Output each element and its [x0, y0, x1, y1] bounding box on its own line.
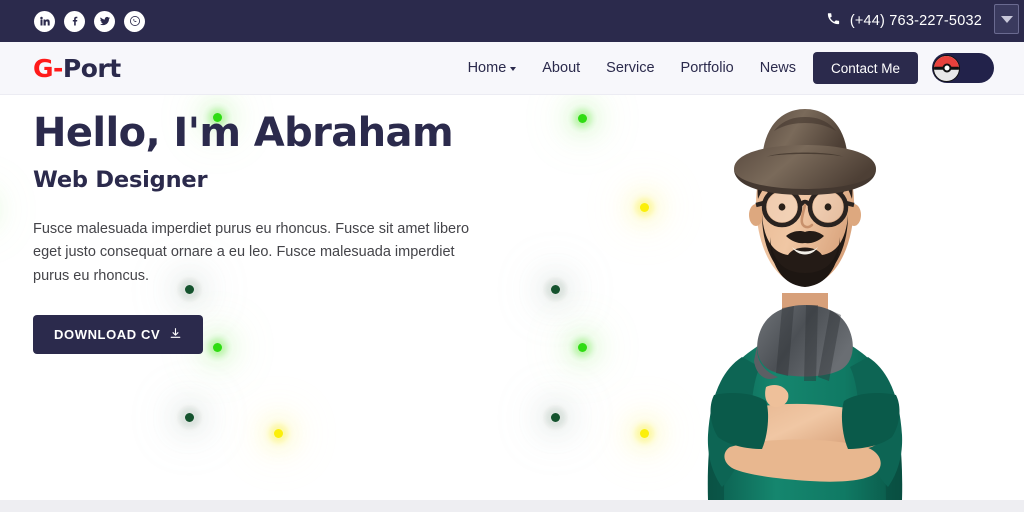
nav-item-portfolio-label: Portfolio — [680, 60, 734, 76]
pokeball-center — [942, 63, 951, 73]
linkedin-icon[interactable] — [34, 10, 55, 32]
hero-title: Hello, I'm Abraham — [33, 110, 454, 156]
nav-item-service[interactable]: Service — [606, 60, 654, 76]
nav-item-about-label: About — [542, 60, 581, 76]
logo-rest: Port — [62, 53, 121, 83]
dot-dark-green — [551, 413, 560, 422]
dot-yellow — [640, 203, 649, 212]
main-nav: Home About Service Portfolio News — [468, 60, 796, 76]
download-icon — [169, 327, 182, 343]
dot-green — [578, 343, 587, 352]
nav-item-service-label: Service — [606, 60, 655, 76]
whatsapp-icon[interactable] — [124, 10, 145, 32]
dot-yellow — [640, 429, 649, 438]
nav-item-news-label: News — [759, 60, 796, 76]
hero-subtitle: Web Designer — [33, 166, 208, 193]
twitter-icon[interactable] — [94, 10, 115, 32]
download-cv-button[interactable]: DOWNLOAD CV — [33, 315, 204, 355]
hero-portrait — [670, 95, 940, 500]
top-bar: (+44) 763-227-5032 — [0, 0, 1024, 42]
logo[interactable]: G-Port — [33, 54, 121, 83]
phone-contact[interactable]: (+44) 763-227-5032 — [826, 11, 982, 31]
chevron-down-icon[interactable] — [994, 4, 1019, 34]
facebook-icon[interactable] — [64, 10, 85, 32]
triangle-glyph — [1000, 15, 1013, 23]
contact-me-button[interactable]: Contact Me — [812, 52, 918, 84]
chevron-down-icon — [510, 67, 517, 71]
phone-icon — [826, 11, 841, 31]
nav-item-home[interactable]: Home — [468, 60, 517, 76]
dot-dark-green — [185, 413, 194, 422]
hero-section: Hello, I'm Abraham Web Designer Fusce ma… — [0, 95, 1024, 500]
page-bottom-strip — [0, 500, 1024, 512]
logo-accent: G- — [33, 53, 63, 83]
hero-content: Hello, I'm Abraham Web Designer Fusce ma… — [33, 110, 503, 355]
hero-description: Fusce malesuada imperdiet purus eu rhonc… — [33, 220, 470, 284]
dot-green — [578, 114, 587, 123]
avatar-toggle[interactable] — [932, 53, 994, 83]
nav-item-home-label: Home — [467, 60, 507, 76]
nav-item-portfolio[interactable]: Portfolio — [681, 60, 734, 76]
dot-dark-green — [551, 285, 560, 294]
pokeball-icon — [933, 54, 960, 82]
social-links — [34, 10, 145, 32]
dot-yellow — [274, 429, 283, 438]
download-cv-label: DOWNLOAD CV — [54, 327, 161, 343]
site-header: G-Port Home About Service Portfolio News… — [0, 42, 1024, 95]
page-root: (+44) 763-227-5032 G-Port Home About Ser… — [0, 0, 1024, 512]
nav-item-news[interactable]: News — [760, 60, 796, 76]
nav-item-about[interactable]: About — [542, 60, 580, 76]
phone-number: (+44) 763-227-5032 — [849, 13, 982, 29]
